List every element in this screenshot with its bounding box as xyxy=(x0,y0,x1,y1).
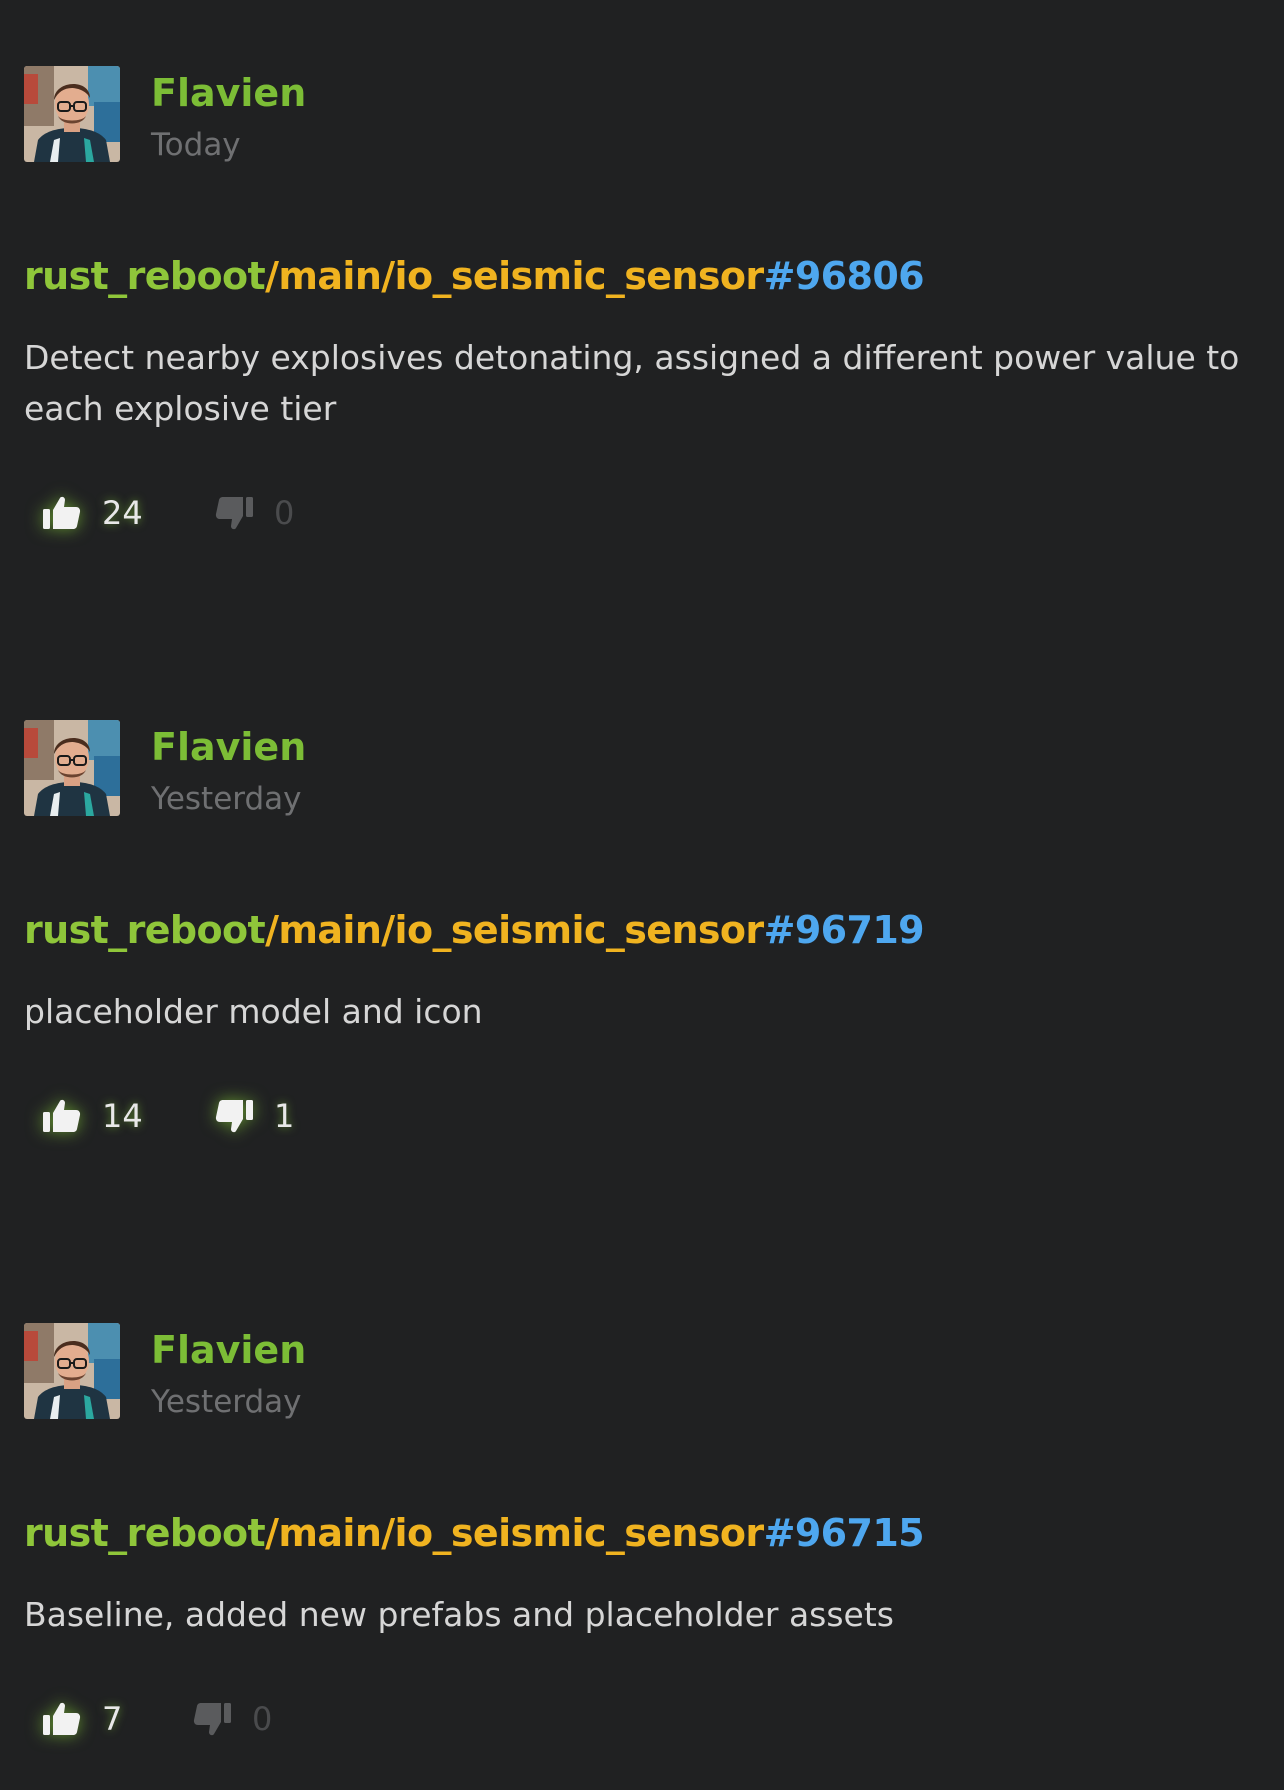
like-count: 7 xyxy=(102,1700,123,1738)
commit-path-link[interactable]: rust_reboot/main/io_seismic_sensor#96806 xyxy=(24,254,925,298)
thumbs-down-icon xyxy=(214,493,254,533)
avatar[interactable] xyxy=(24,66,120,162)
repo-name: rust_reboot xyxy=(24,254,266,298)
dislike-count: 1 xyxy=(274,1097,295,1135)
commit-message: Detect nearby explosives detonating, ass… xyxy=(24,338,1240,428)
avatar-photo xyxy=(24,720,120,816)
avatar[interactable] xyxy=(24,1323,120,1419)
commit-date: Yesterday xyxy=(151,1384,302,1420)
author-name[interactable]: Flavien xyxy=(151,728,306,766)
thumbs-down-icon xyxy=(192,1699,232,1739)
commit-message: Baseline, added new prefabs and placehol… xyxy=(24,1595,894,1634)
commit-feed: Flavien Today rust_reboot/main/io_seismi… xyxy=(0,0,1284,1790)
commit-date: Today xyxy=(151,127,241,163)
commit-message: placeholder model and icon xyxy=(24,992,483,1031)
branch-path: /main/io_seismic_sensor xyxy=(265,908,764,952)
thumbs-up-icon xyxy=(42,493,82,533)
avatar-photo xyxy=(24,1323,120,1419)
change-number: #96715 xyxy=(763,1511,925,1555)
author-row: Flavien Yesterday xyxy=(24,720,1260,820)
dislike-count: 0 xyxy=(252,1700,273,1738)
change-number: #96806 xyxy=(763,254,925,298)
dislike-count: 0 xyxy=(274,494,295,532)
avatar-photo xyxy=(24,66,120,162)
author-row: Flavien Yesterday xyxy=(24,1323,1260,1423)
branch-path: /main/io_seismic_sensor xyxy=(265,1511,764,1555)
author-name[interactable]: Flavien xyxy=(151,1331,306,1369)
author-row: Flavien Today xyxy=(24,66,1260,166)
thumbs-up-icon xyxy=(42,1096,82,1136)
thumbs-up-icon xyxy=(42,1699,82,1739)
commit-item: Flavien Yesterday rust_reboot/main/io_se… xyxy=(24,720,1260,820)
commit-path-link[interactable]: rust_reboot/main/io_seismic_sensor#96715 xyxy=(24,1511,925,1555)
like-count: 24 xyxy=(102,494,143,532)
commit-item: Flavien Today rust_reboot/main/io_seismi… xyxy=(24,66,1260,166)
repo-name: rust_reboot xyxy=(24,1511,266,1555)
avatar[interactable] xyxy=(24,720,120,816)
author-name[interactable]: Flavien xyxy=(151,74,306,112)
repo-name: rust_reboot xyxy=(24,908,266,952)
branch-path: /main/io_seismic_sensor xyxy=(265,254,764,298)
change-number: #96719 xyxy=(763,908,925,952)
commit-item: Flavien Yesterday rust_reboot/main/io_se… xyxy=(24,1323,1260,1423)
like-count: 14 xyxy=(102,1097,143,1135)
commit-path-link[interactable]: rust_reboot/main/io_seismic_sensor#96719 xyxy=(24,908,925,952)
commit-date: Yesterday xyxy=(151,781,302,817)
thumbs-down-icon xyxy=(214,1096,254,1136)
